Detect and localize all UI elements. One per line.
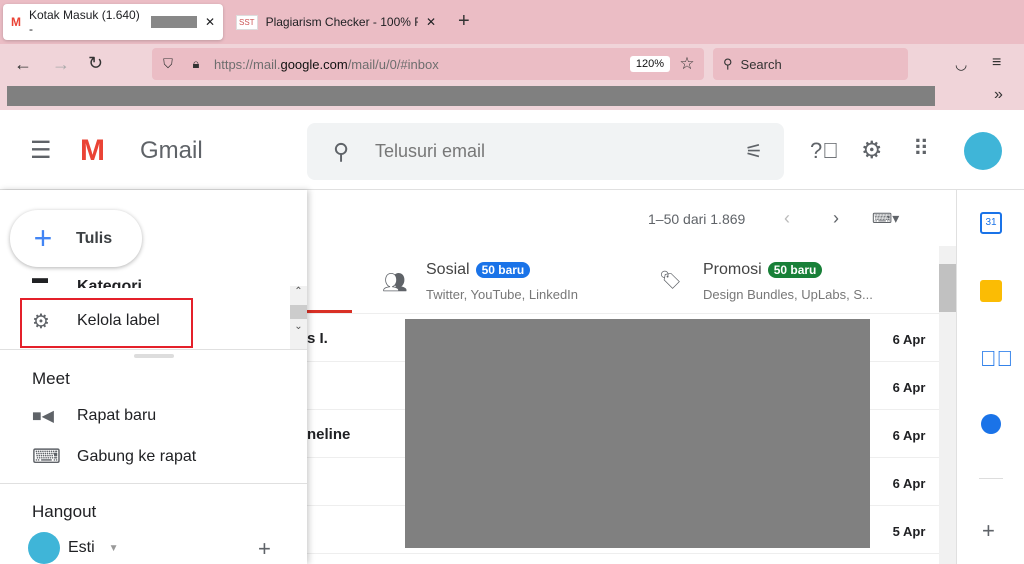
bookmark-star-icon[interactable]: ☆ [670, 54, 704, 74]
keyboard-icon: ⌨ [32, 446, 61, 468]
gmail-favicon-icon: M [11, 15, 21, 29]
add-addon-icon[interactable]: + [982, 518, 995, 544]
browser-tab-bar: M Kotak Masuk (1.640) - ✕ SST Plagiarism… [0, 0, 1024, 44]
settings-gear-icon[interactable]: ⚙ [861, 136, 883, 165]
hangout-user[interactable]: Esti ▼ [28, 532, 119, 564]
gmail-logo-text: Gmail [140, 137, 203, 164]
gmail-logo-icon[interactable]: M [80, 134, 105, 168]
label-icon: ▬ [32, 274, 48, 287]
browser-search[interactable]: ⚲ Search [713, 48, 908, 80]
avatar[interactable] [964, 132, 1002, 170]
forward-icon[interactable]: → [52, 54, 70, 75]
sidebar: + Tulis ▬ Kategori ⚙ Kelola label ⌃ ⌄ Meet … [0, 190, 307, 564]
new-tab-icon[interactable]: + [458, 10, 470, 33]
reload-icon[interactable]: ↻ [88, 53, 103, 74]
url-bar[interactable]: ⛉ 🔒︎ https://mail.google.com/mail/u/0/#i… [152, 48, 704, 80]
url-text: https://mail.google.com/mail/u/0/#inbox [214, 56, 439, 72]
sidebar-item-kategori[interactable]: ▬ Kategori [32, 274, 142, 288]
sidebar-scrollbar[interactable]: ⌃ ⌄ [290, 286, 307, 350]
redacted [150, 16, 197, 28]
zoom-level[interactable]: 120% [629, 56, 670, 72]
mail-search-input[interactable]: ⚲ Telusuri email ⚟ [307, 123, 784, 180]
highlight-box [20, 298, 193, 348]
keyboard-input-icon[interactable]: ⌨▾ [872, 210, 899, 227]
close-tab-icon[interactable]: ✕ [205, 15, 215, 29]
calendar-icon[interactable]: 31 [980, 212, 1002, 234]
add-hangout-icon[interactable]: + [258, 536, 271, 562]
meet-join-meeting[interactable]: ⌨ Gabung ke rapat [32, 444, 196, 469]
search-icon: ⚲ [332, 138, 350, 164]
redacted-bookmarks [7, 86, 935, 106]
video-camera-icon: ■◀ [32, 408, 54, 425]
tab-promosi[interactable]: 🏷︎ Promosi 50 baru Design Bundles, UpLabs… [659, 246, 919, 314]
people-icon: 👥︎ [382, 272, 408, 294]
meet-new-meeting[interactable]: ■◀ Rapat baru [32, 406, 156, 426]
menu-icon[interactable]: ≡ [992, 54, 1001, 72]
sst-favicon-icon: SST [236, 14, 258, 30]
redacted-email-content [405, 319, 870, 548]
search-options-icon[interactable]: ⚟ [724, 139, 784, 164]
pocket-icon[interactable]: ◡ [955, 56, 967, 73]
back-icon[interactable]: ← [14, 54, 32, 75]
divider [979, 478, 1003, 479]
avatar [28, 532, 60, 564]
tab-gmail[interactable]: M Kotak Masuk (1.640) - ✕ [3, 4, 223, 40]
prev-page-icon[interactable]: ‹ [784, 208, 790, 229]
tab-plagiarism[interactable]: SST Plagiarism Checker - 100% Free ✕ [228, 4, 444, 40]
contacts-icon[interactable] [981, 414, 1001, 434]
resize-handle[interactable] [134, 354, 174, 358]
caret-down-icon[interactable]: ▼ [109, 543, 119, 554]
bookmarks-bar: » [0, 84, 1024, 110]
pagination: 1–50 dari 1.869 [648, 211, 746, 227]
compose-button[interactable]: + Tulis [10, 210, 142, 267]
hamburger-menu-icon[interactable]: ☰ [30, 136, 52, 165]
keep-icon[interactable] [980, 280, 1002, 302]
divider [0, 349, 307, 350]
hangout-heading: Hangout [32, 502, 97, 521]
active-tab-indicator [307, 310, 352, 313]
next-page-icon[interactable]: › [833, 208, 839, 229]
category-tabs: 👥︎ Sosial 50 baru Twitter, YouTube, Linke… [307, 246, 939, 314]
search-icon: ⚲ [723, 56, 733, 71]
new-badge: 50 baru [767, 262, 823, 278]
plus-icon: + [33, 220, 53, 256]
close-tab-icon[interactable]: ✕ [426, 15, 436, 29]
new-badge: 50 baru [475, 262, 531, 278]
divider [0, 483, 307, 484]
tag-icon: 🏷︎ [659, 270, 682, 290]
chevron-double-right-icon[interactable]: » [994, 86, 1003, 104]
tab-sosial[interactable]: 👥︎ Sosial 50 baru Twitter, YouTube, Linke… [382, 246, 632, 314]
meet-heading: Meet [32, 369, 70, 388]
side-panel: 31 ✓⃝ + [956, 190, 1024, 564]
shield-icon: ⛉ [163, 56, 173, 71]
scrollbar[interactable] [939, 246, 956, 564]
lock-icon: 🔒︎ [192, 56, 200, 71]
tasks-icon[interactable]: ✓⃝ [980, 346, 1013, 372]
apps-grid-icon[interactable]: ⠿ [913, 136, 929, 162]
help-icon[interactable]: ?⃝ [810, 138, 839, 164]
